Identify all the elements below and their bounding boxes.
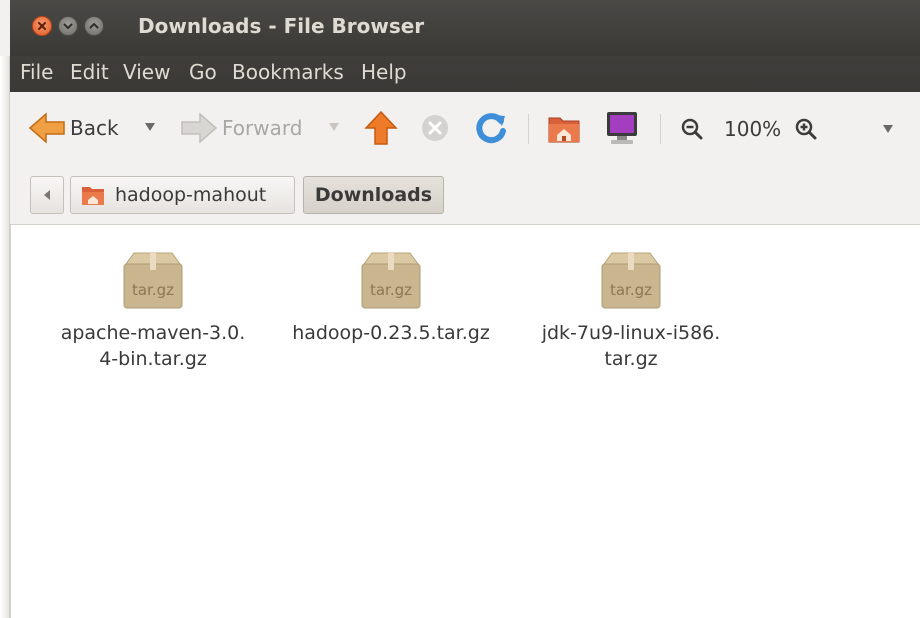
menu-bookmarks[interactable]: Bookmarks (232, 60, 344, 84)
archive-type-label: tar.gz (370, 281, 412, 299)
back-arrow-icon (28, 112, 65, 144)
back-label: Back (70, 116, 119, 140)
reload-button[interactable] (474, 111, 508, 145)
toolbar-separator (660, 114, 661, 144)
computer-icon (607, 112, 637, 144)
toolbar-separator (528, 114, 529, 144)
archive-type-label: tar.gz (132, 281, 174, 299)
archive-icon: tar.gz (361, 252, 421, 309)
file-item[interactable]: tar.gz apache-maven-3.0. 4-bin.tar.gz (33, 250, 273, 372)
file-name: hadoop-0.23.5.tar.gz (292, 322, 490, 344)
breadcrumb-label-active: Downloads (314, 184, 433, 206)
up-arrow-icon (364, 110, 398, 145)
menu-bar: File Edit View Go Bookmarks Help (10, 56, 920, 92)
file-item[interactable]: tar.gz hadoop-0.23.5.tar.gz (271, 250, 511, 346)
dropdown-arrow-icon (329, 123, 339, 131)
chevron-left-icon (44, 190, 50, 200)
path-scroll-left-button[interactable] (30, 176, 64, 214)
breadcrumb-hadoop-mahout[interactable]: hadoop-mahout (70, 176, 295, 214)
maximize-button[interactable] (84, 16, 104, 36)
menu-edit[interactable]: Edit (70, 60, 109, 84)
file-view[interactable]: tar.gz apache-maven-3.0. 4-bin.tar.gz ta… (10, 225, 920, 618)
toolbar-overflow-dropdown[interactable] (882, 123, 894, 135)
reload-icon (476, 113, 506, 144)
zoom-out-button[interactable] (680, 117, 704, 141)
maximize-icon (89, 22, 99, 29)
breadcrumb-downloads[interactable]: Downloads (303, 176, 444, 214)
computer-button[interactable] (604, 109, 640, 147)
stop-button[interactable] (420, 113, 450, 143)
archive-icon: tar.gz (601, 252, 661, 309)
forward-button[interactable]: Forward (180, 112, 302, 144)
zoom-in-button[interactable] (794, 117, 818, 141)
back-history-dropdown[interactable] (144, 121, 156, 133)
file-name: jdk-7u9-linux-i586. tar.gz (541, 322, 721, 370)
file-item[interactable]: tar.gz jdk-7u9-linux-i586. tar.gz (511, 250, 751, 372)
close-icon (38, 22, 46, 30)
title-bar[interactable]: Downloads - File Browser (10, 0, 920, 56)
archive-icon: tar.gz (123, 252, 183, 309)
window-title: Downloads - File Browser (138, 14, 425, 38)
minimize-button[interactable] (58, 16, 78, 36)
forward-arrow-icon (181, 112, 218, 144)
dropdown-arrow-icon (883, 125, 893, 133)
up-button[interactable] (364, 110, 398, 146)
toolbar: Back Forward 100% (10, 92, 920, 163)
close-button[interactable] (32, 16, 52, 36)
home-button[interactable] (546, 110, 582, 146)
file-browser-window: Downloads - File Browser File Edit View … (0, 0, 920, 618)
back-button[interactable]: Back (28, 112, 119, 144)
window-left-edge (0, 56, 10, 618)
forward-history-dropdown[interactable] (328, 121, 340, 133)
zoom-in-icon (795, 118, 817, 140)
dropdown-arrow-icon (145, 123, 155, 131)
stop-icon (422, 115, 448, 141)
file-name: apache-maven-3.0. 4-bin.tar.gz (60, 322, 246, 370)
path-bar: hadoop-mahout Downloads (10, 162, 920, 225)
home-folder-icon (548, 117, 580, 143)
menu-view[interactable]: View (123, 60, 170, 84)
menu-help[interactable]: Help (361, 60, 407, 84)
menu-go[interactable]: Go (189, 60, 217, 84)
zoom-level[interactable]: 100% (724, 117, 781, 141)
home-folder-icon (82, 187, 104, 205)
breadcrumb-label: hadoop-mahout (115, 184, 267, 206)
minimize-icon (63, 23, 73, 30)
archive-type-label: tar.gz (610, 281, 652, 299)
menu-file[interactable]: File (20, 60, 53, 84)
zoom-out-icon (681, 118, 703, 140)
forward-label: Forward (222, 116, 303, 140)
